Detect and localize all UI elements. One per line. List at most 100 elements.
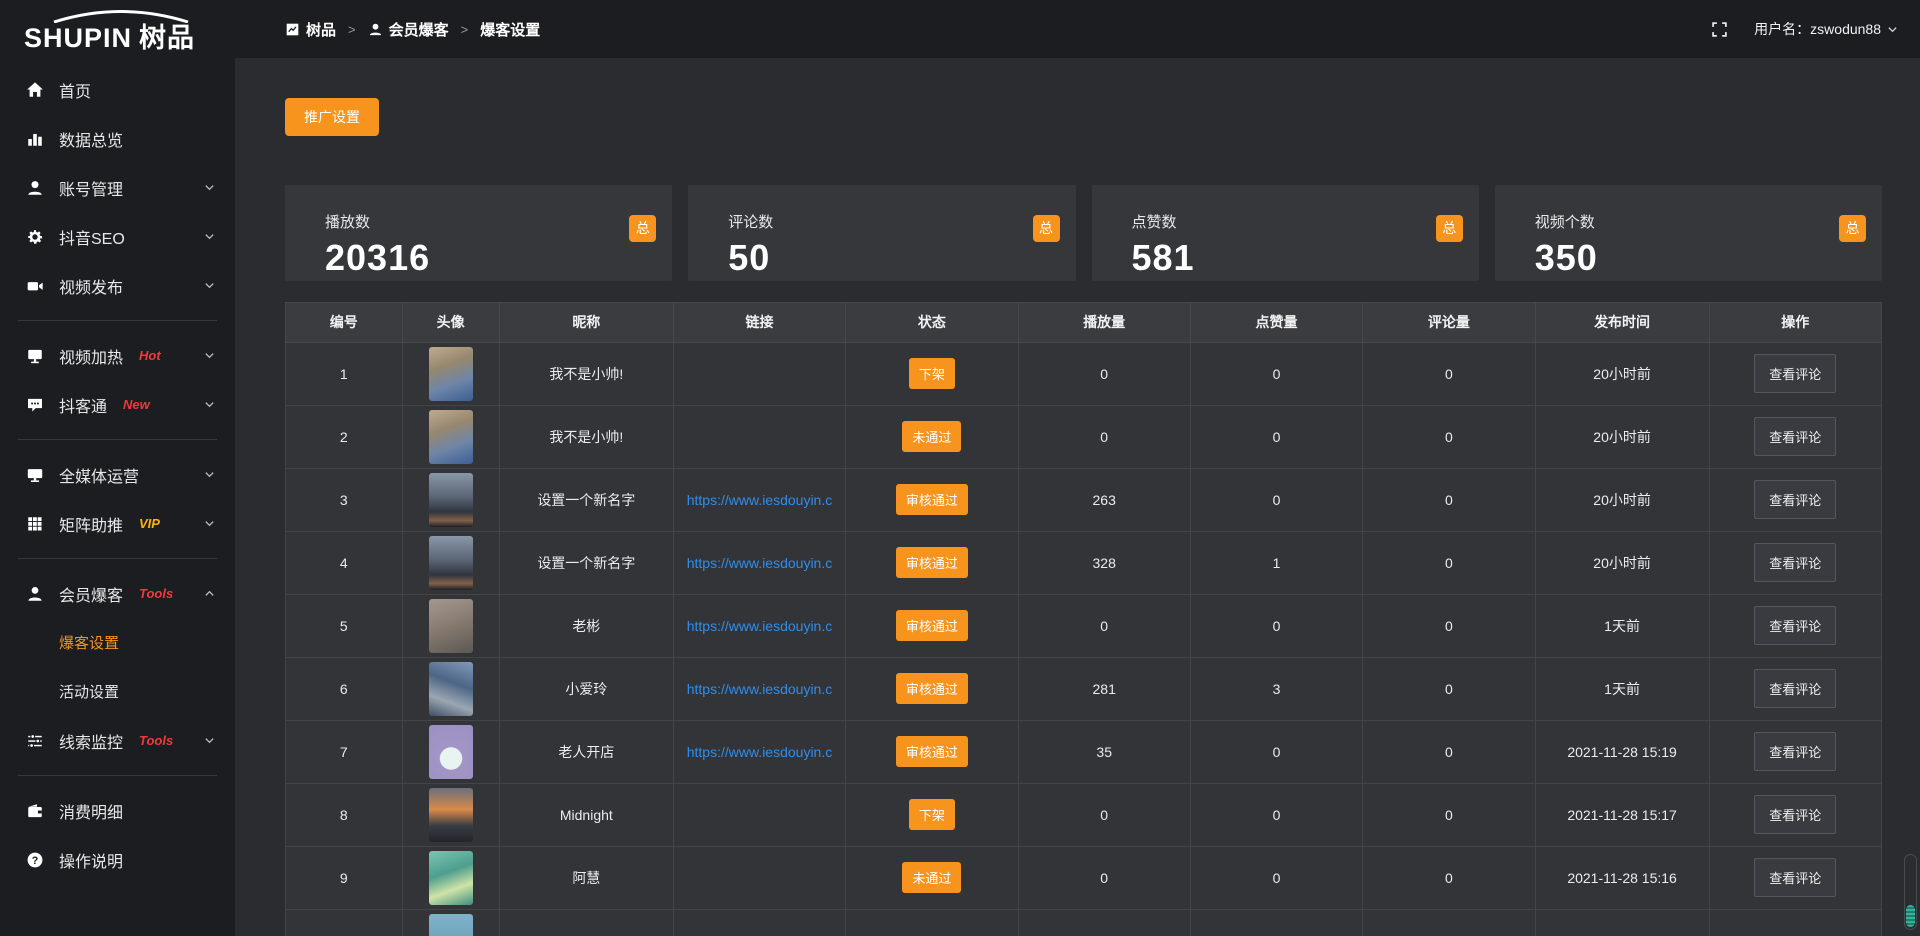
view-comments-button[interactable]: 查看评论 xyxy=(1754,669,1836,708)
video-icon xyxy=(26,277,44,295)
sidebar-item-9[interactable]: 矩阵助推VIP xyxy=(0,499,235,548)
chevron-down-icon xyxy=(204,399,215,410)
table-row: 3设置一个新名字https://www.iesdouyin.c审核通过26300… xyxy=(286,468,1882,531)
sidebar-item-label: 消费明细 xyxy=(59,799,123,823)
cell-id: 5 xyxy=(286,594,403,657)
sidebar-item-10[interactable]: 会员爆客Tools xyxy=(0,569,235,618)
sidebar-item-11[interactable]: 线索监控Tools xyxy=(0,716,235,765)
grid-icon xyxy=(26,515,44,533)
scrollbar[interactable] xyxy=(1904,854,1917,930)
sidebar-item-12[interactable]: 消费明细 xyxy=(0,786,235,835)
fullscreen-icon[interactable] xyxy=(1711,21,1728,38)
topbar: 树品>会员爆客>爆客设置 用户名：zswodun88 xyxy=(235,0,1920,58)
cell-status: 审核通过 xyxy=(846,531,1018,594)
cell-comments: 0 xyxy=(1363,720,1535,783)
cell-link xyxy=(673,783,845,846)
stat-card-1: 播放数20316总 xyxy=(285,185,672,281)
view-comments-button[interactable]: 查看评论 xyxy=(1754,732,1836,771)
cell-id: 2 xyxy=(286,405,403,468)
cell-status: 下架 xyxy=(846,342,1018,405)
view-comments-button[interactable]: 查看评论 xyxy=(1754,480,1836,519)
view-comments-button[interactable]: 查看评论 xyxy=(1754,417,1836,456)
status-badge[interactable]: 未通过 xyxy=(902,862,961,893)
status-badge[interactable]: 审核通过 xyxy=(896,673,968,704)
sidebar-divider xyxy=(18,320,217,321)
video-link[interactable]: https://www.iesdouyin.c xyxy=(674,618,845,634)
cell-link: https://www.iesdouyin.c xyxy=(673,531,845,594)
status-badge[interactable]: 审核通过 xyxy=(896,610,968,641)
status-badge[interactable]: 审核通过 xyxy=(896,547,968,578)
status-badge[interactable]: 审核通过 xyxy=(896,484,968,515)
chevron-down-icon xyxy=(204,231,215,242)
data-table: 编号头像昵称链接状态播放量点赞量评论量发布时间操作1我不是小帅!下架00020小… xyxy=(285,302,1882,936)
view-comments-button[interactable]: 查看评论 xyxy=(1754,543,1836,582)
chevron-down-icon xyxy=(204,735,215,746)
sidebar-item-badge: Tools xyxy=(139,733,173,748)
sidebar-item-5[interactable]: 视频发布 xyxy=(0,261,235,310)
sidebar-item-label: 数据总览 xyxy=(59,127,123,151)
sidebar-item-7[interactable]: 抖客通New xyxy=(0,380,235,429)
sidebar-item-label: 账号管理 xyxy=(59,176,123,200)
column-header-点赞量: 点赞量 xyxy=(1190,302,1362,342)
breadcrumb-item-1[interactable]: 树品 xyxy=(285,19,336,40)
sidebar-subitem-活动设置[interactable]: 活动设置 xyxy=(0,667,235,716)
app-logo[interactable]: SHUPIN树品 xyxy=(0,0,235,59)
cell-id: 8 xyxy=(286,783,403,846)
cell-likes: 0 xyxy=(1190,783,1362,846)
table-row: 2我不是小帅!未通过00020小时前查看评论 xyxy=(286,405,1882,468)
cell-link xyxy=(673,846,845,909)
breadcrumb-item-3[interactable]: 爆客设置 xyxy=(480,19,540,40)
avatar xyxy=(429,473,473,527)
chevron-down-icon xyxy=(204,350,215,361)
status-badge[interactable]: 下架 xyxy=(909,358,955,389)
stat-value: 50 xyxy=(728,237,1055,279)
cell-plays: 35 xyxy=(1018,720,1190,783)
cell-id: 1 xyxy=(286,342,403,405)
view-comments-button[interactable]: 查看评论 xyxy=(1754,858,1836,897)
status-badge[interactable]: 审核通过 xyxy=(896,736,968,767)
stat-total-badge: 总 xyxy=(1839,215,1866,242)
member-icon xyxy=(26,585,44,603)
column-header-昵称: 昵称 xyxy=(499,302,673,342)
chevron-up-icon xyxy=(204,588,215,599)
cell-nickname: 阿慧 xyxy=(499,846,673,909)
cell-link xyxy=(673,342,845,405)
sidebar-item-8[interactable]: 全媒体运营 xyxy=(0,450,235,499)
view-comments-button[interactable]: 查看评论 xyxy=(1754,795,1836,834)
user-menu[interactable]: 用户名：zswodun88 xyxy=(1754,19,1898,39)
cell-likes: 3 xyxy=(1190,657,1362,720)
breadcrumb-label: 会员爆客 xyxy=(389,19,449,40)
video-link[interactable]: https://www.iesdouyin.c xyxy=(674,492,845,508)
cell-link: https://www.iesdouyin.c xyxy=(673,720,845,783)
sidebar-item-badge: VIP xyxy=(139,516,160,531)
sidebar-subitem-爆客设置[interactable]: 爆客设置 xyxy=(0,618,235,667)
sidebar-nav: 首页数据总览账号管理抖音SEO视频发布视频加热Hot抖客通New 全媒体运营矩阵助… xyxy=(0,65,235,884)
view-comments-button[interactable]: 查看评论 xyxy=(1754,354,1836,393)
sidebar-item-2[interactable]: 数据总览 xyxy=(0,114,235,163)
video-link[interactable]: https://www.iesdouyin.c xyxy=(674,744,845,760)
promo-settings-button[interactable]: 推广设置 xyxy=(285,98,379,136)
avatar xyxy=(429,725,473,779)
cell-status: 审核通过 xyxy=(846,468,1018,531)
cell-nickname: 设置一个新名字 xyxy=(499,531,673,594)
video-link[interactable]: https://www.iesdouyin.c xyxy=(674,681,845,697)
cell-plays: 281 xyxy=(1018,657,1190,720)
app-root: SHUPIN树品 首页数据总览账号管理抖音SEO视频发布视频加热Hot抖客通Ne… xyxy=(0,0,1920,936)
sidebar-item-4[interactable]: 抖音SEO xyxy=(0,212,235,261)
video-link[interactable]: https://www.iesdouyin.c xyxy=(674,555,845,571)
sidebar-item-13[interactable]: ?操作说明 xyxy=(0,835,235,884)
scrollbar-thumb[interactable] xyxy=(1906,905,1915,927)
sidebar-item-6[interactable]: 视频加热Hot xyxy=(0,331,235,380)
sidebar-item-label: 抖客通 xyxy=(59,393,107,417)
tv-icon xyxy=(26,347,44,365)
chevron-down-icon xyxy=(204,182,215,193)
view-comments-button[interactable]: 查看评论 xyxy=(1754,606,1836,645)
status-badge[interactable]: 未通过 xyxy=(902,421,961,452)
cell-avatar xyxy=(402,657,499,720)
sidebar-item-1[interactable]: 首页 xyxy=(0,65,235,114)
sidebar-item-3[interactable]: 账号管理 xyxy=(0,163,235,212)
status-badge[interactable]: 下架 xyxy=(909,799,955,830)
column-header-头像: 头像 xyxy=(402,302,499,342)
breadcrumb-item-2[interactable]: 会员爆客 xyxy=(368,19,449,40)
cell-comments: 0 xyxy=(1363,783,1535,846)
